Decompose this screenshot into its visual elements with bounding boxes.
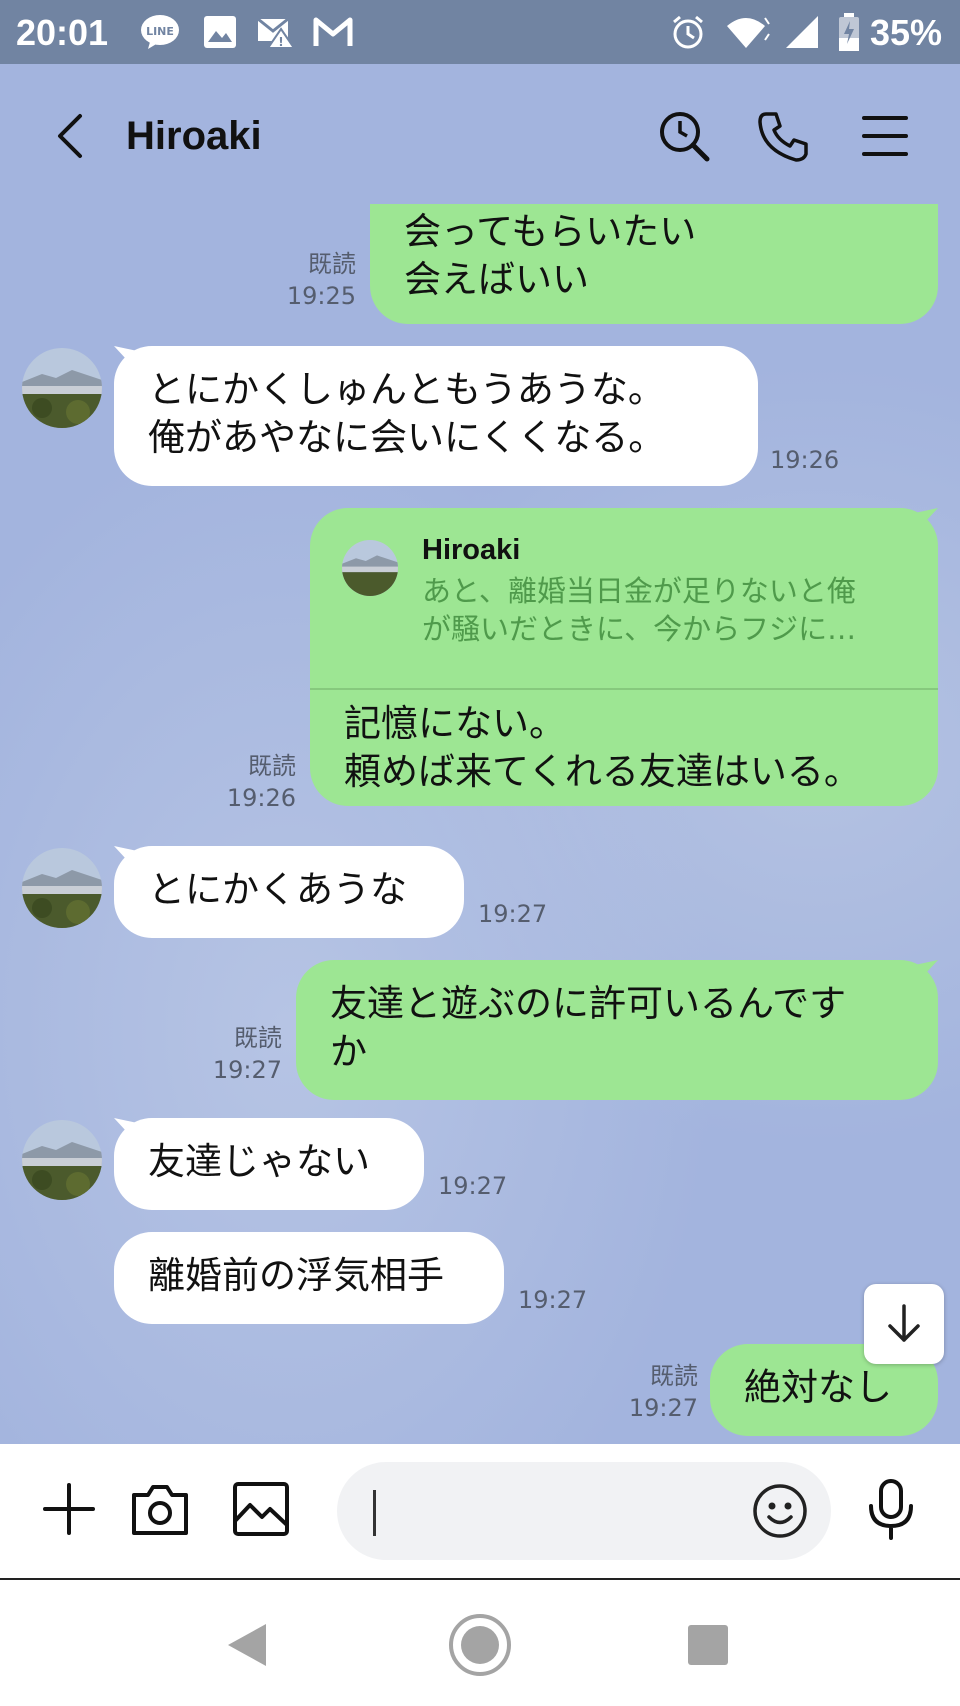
read-receipt: 既読 <box>308 250 356 278</box>
mail-alert-icon: ! <box>256 12 296 52</box>
landscape-photo-avatar <box>342 540 398 596</box>
incoming-message[interactable]: 友達じゃない <box>114 1118 424 1210</box>
message-text: 友達じゃない <box>148 1140 370 1183</box>
message-composer <box>0 1444 960 1580</box>
alarm-icon <box>668 12 708 52</box>
quote-text: あと、離婚当日金が足りないと俺 が騒いだときに、今からフジに… <box>422 572 856 648</box>
back-arrow-icon <box>58 114 82 158</box>
bubble-tail <box>114 346 142 372</box>
landscape-photo-avatar <box>22 1120 102 1200</box>
svg-text:LINE: LINE <box>146 25 174 38</box>
message-text: とにかくあうな <box>148 868 407 911</box>
chat-header: Hiroaki <box>0 64 960 204</box>
voice-button[interactable] <box>856 1474 926 1544</box>
quote-line: あと、離婚当日金が足りないと俺 <box>422 574 856 608</box>
message-time: 19:25 <box>286 282 356 310</box>
contact-name: Hiroaki <box>126 114 262 158</box>
quote-sender: Hiroaki <box>422 534 521 566</box>
bubble-tail <box>910 508 938 534</box>
message-time: 19:26 <box>226 784 296 812</box>
message-meta: 既読 19:26 <box>210 750 296 814</box>
message-time: 19:26 <box>770 446 840 474</box>
gmail-icon <box>312 12 354 52</box>
message-time: 19:27 <box>518 1286 588 1314</box>
gallery-button[interactable] <box>226 1474 296 1544</box>
message-text: とにかくしゅんともうあうな。 <box>148 368 665 411</box>
arrow-down-icon <box>888 1304 920 1342</box>
status-time: 20:01 <box>16 12 109 53</box>
message-text: 絶対なし <box>744 1366 892 1409</box>
read-receipt: 既読 <box>650 1362 698 1390</box>
message-text: 頼めば来てくれる友達はいる。 <box>344 750 861 793</box>
chat-area[interactable]: Hiroaki 会ってもらいたい 会えばいい 既読 19:25 とにかくしゅんと… <box>0 64 960 1444</box>
nav-home-button[interactable] <box>445 1610 515 1680</box>
status-bar: 20:01 LINE ! 35% <box>0 0 960 64</box>
signal-icon <box>782 12 822 52</box>
svg-text:!: ! <box>278 35 283 49</box>
message-text: 俺があやなに会いにくくなる。 <box>148 416 666 459</box>
search-button[interactable] <box>652 104 716 168</box>
bubble-tail <box>114 1118 142 1144</box>
emoji-icon <box>753 1484 807 1538</box>
outgoing-message[interactable]: 友達と遊ぶのに許可いるんです か <box>296 960 938 1100</box>
message-text: 会えばいい <box>404 258 589 301</box>
message-text: 会ってもらいたい <box>404 210 697 253</box>
battery-icon <box>834 12 864 52</box>
landscape-photo-avatar <box>22 348 102 428</box>
image-icon <box>233 1482 289 1536</box>
incoming-message[interactable]: とにかくしゅんともうあうな。 俺があやなに会いにくくなる。 <box>114 346 758 486</box>
text-caret <box>373 1490 376 1536</box>
message-text: 離婚前の浮気相手 <box>148 1254 444 1297</box>
bubble-tail <box>114 846 142 872</box>
avatar[interactable] <box>22 348 102 428</box>
quote-divider <box>310 688 938 690</box>
message-meta: 既読 19:27 <box>612 1360 698 1424</box>
emoji-button[interactable] <box>751 1482 809 1540</box>
quote-avatar <box>342 540 398 596</box>
menu-button[interactable] <box>853 104 917 168</box>
back-button[interactable] <box>44 106 104 166</box>
message-meta: 既読 19:27 <box>196 1022 282 1086</box>
message-time: 19:27 <box>438 1172 508 1200</box>
add-button[interactable] <box>34 1474 104 1544</box>
message-time: 19:27 <box>478 900 548 928</box>
camera-icon <box>132 1485 188 1535</box>
search-icon <box>660 112 710 162</box>
plus-icon <box>43 1483 95 1535</box>
quote-line: が騒いだときに、今からフジに… <box>422 612 857 646</box>
microphone-icon <box>869 1479 913 1540</box>
circle-home-icon <box>449 1614 511 1676</box>
square-recents-icon <box>688 1625 728 1665</box>
message-input[interactable] <box>337 1462 831 1560</box>
nav-back-button[interactable] <box>212 1610 282 1680</box>
read-receipt: 既読 <box>248 752 296 780</box>
outgoing-reply-message[interactable]: Hiroaki あと、離婚当日金が足りないと俺 が騒いだときに、今からフジに… … <box>310 508 938 806</box>
message-text: 友達と遊ぶのに許可いるんです <box>330 982 847 1025</box>
call-button[interactable] <box>752 104 816 168</box>
nav-recents-button[interactable] <box>673 1610 743 1680</box>
incoming-message[interactable]: とにかくあうな <box>114 846 464 938</box>
avatar[interactable] <box>22 848 102 928</box>
landscape-photo-avatar <box>22 848 102 928</box>
battery-percent: 35% <box>869 12 942 53</box>
message-time: 19:27 <box>628 1394 698 1422</box>
scroll-to-bottom-button[interactable] <box>864 1284 944 1364</box>
message-text: 記憶にない。 <box>344 702 566 745</box>
read-receipt: 既読 <box>234 1024 282 1052</box>
incoming-message[interactable]: 離婚前の浮気相手 <box>114 1232 504 1324</box>
phone-icon <box>758 112 808 162</box>
message-text: か <box>330 1030 367 1073</box>
bubble-tail <box>910 960 938 986</box>
image-notification-icon <box>200 12 240 52</box>
wifi-icon <box>724 12 772 52</box>
avatar[interactable] <box>22 1120 102 1200</box>
camera-button[interactable] <box>125 1474 195 1544</box>
system-navigation-bar <box>0 1580 960 1706</box>
line-notification-icon: LINE <box>138 12 182 52</box>
message-meta: 既読 19:25 <box>270 248 356 312</box>
hamburger-menu-icon <box>862 116 908 156</box>
message-time: 19:27 <box>212 1056 282 1084</box>
triangle-back-icon <box>228 1624 266 1666</box>
